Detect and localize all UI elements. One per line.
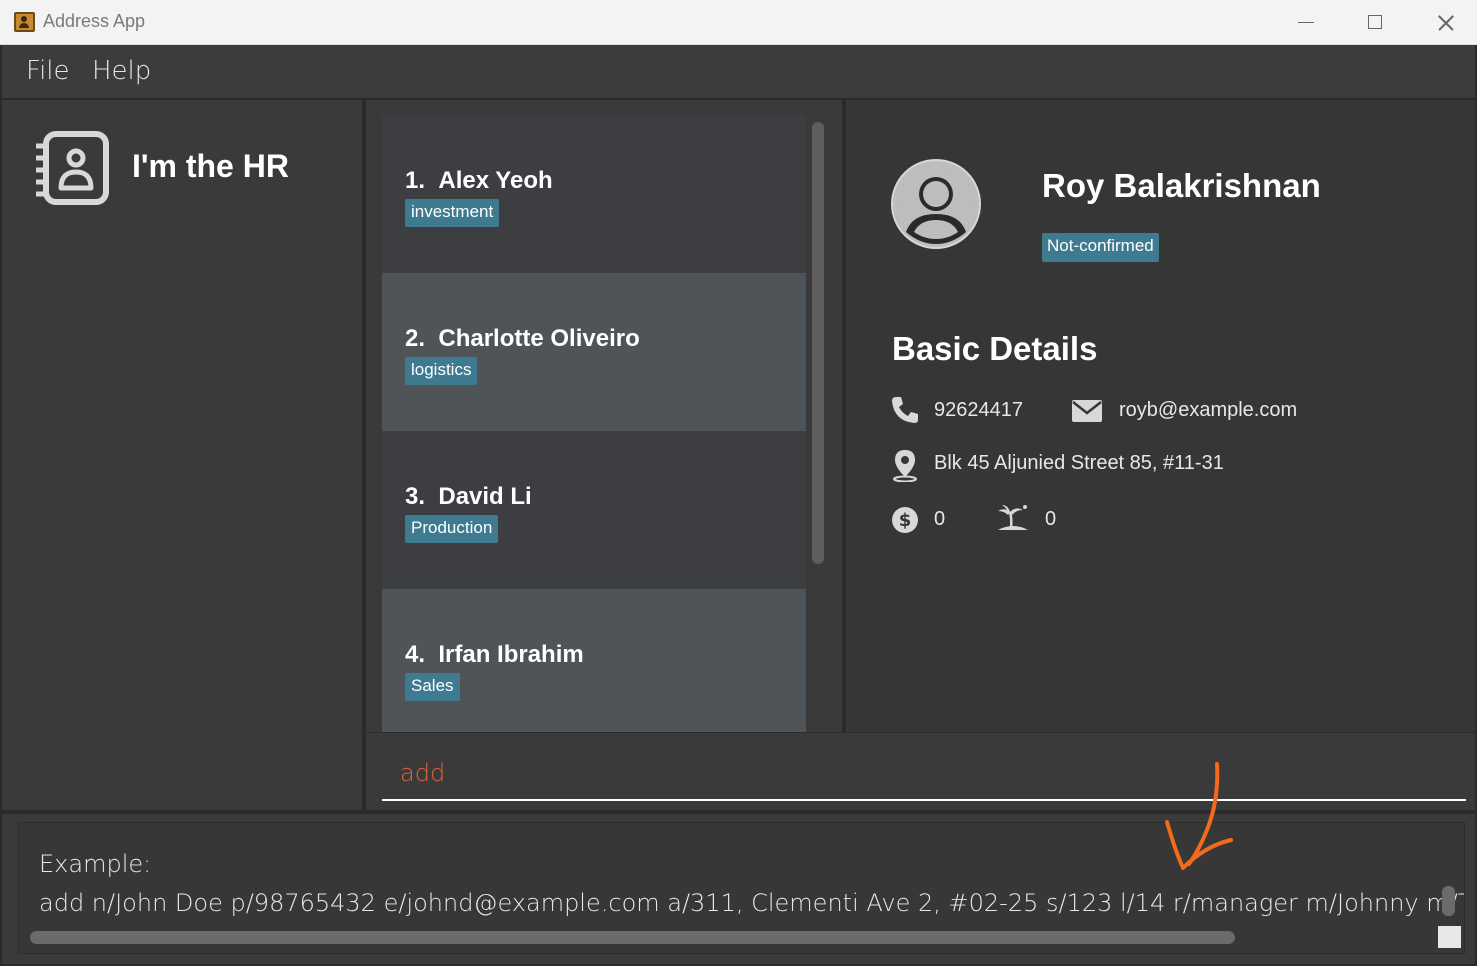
location-icon: [893, 450, 917, 482]
person-tag: logistics: [405, 357, 478, 385]
result-line-1: Example:: [39, 850, 152, 878]
person-card[interactable]: 4. Irfan Ibrahim Sales: [382, 589, 806, 732]
detail-address: Blk 45 Aljunied Street 85, #11-31: [934, 452, 1224, 474]
arrow-annotation-icon: [1165, 762, 1233, 870]
svg-text:$: $: [899, 510, 912, 531]
person-card[interactable]: 1. Alex Yeoh investment: [382, 115, 806, 273]
basic-details-heading: Basic Details: [892, 330, 1098, 367]
close-button[interactable]: [1410, 0, 1477, 45]
person-list-panel: 1. Alex Yeoh investment 2. Charlotte Oli…: [366, 100, 844, 732]
maximize-icon: [1368, 15, 1382, 29]
result-line-2: add n/John Doe p/98765432 e/johnd@exampl…: [39, 889, 1465, 917]
window-titlebar: Address App: [0, 0, 1477, 45]
person-tag: Production: [405, 515, 499, 543]
salary-icon: $: [892, 507, 918, 533]
scroll-corner: [1438, 926, 1461, 948]
minimize-button[interactable]: [1270, 0, 1340, 45]
list-scrollbar[interactable]: [812, 122, 824, 564]
minimize-icon: [1298, 22, 1314, 23]
window-title: Address App: [43, 11, 146, 31]
person-tag: investment: [405, 199, 500, 227]
detail-leave: 0: [1045, 508, 1057, 530]
sidebar-title: I'm the HR: [132, 148, 289, 184]
command-box: [366, 733, 1475, 810]
detail-email: royb@example.com: [1119, 399, 1298, 421]
person-name: 2. Charlotte Oliveiro: [405, 325, 640, 352]
person-card[interactable]: 2. Charlotte Oliveiro logistics: [382, 273, 806, 431]
result-vertical-scrollbar[interactable]: [1442, 886, 1455, 916]
menu-file[interactable]: File: [26, 56, 70, 86]
person-card[interactable]: 3. David Li Production: [382, 431, 806, 589]
person-name: 3. David Li: [405, 483, 532, 510]
menu-bar: File Help: [2, 45, 1475, 99]
app-icon: [14, 12, 35, 32]
menu-help[interactable]: Help: [92, 56, 151, 86]
email-icon: [1072, 400, 1102, 422]
person-name: 4. Irfan Ibrahim: [405, 641, 584, 668]
phone-icon: [892, 397, 918, 423]
maximize-button[interactable]: [1340, 0, 1410, 45]
detail-salary: 0: [934, 508, 946, 530]
avatar: [891, 159, 981, 249]
command-input[interactable]: [382, 747, 1466, 801]
person-tag: Sales: [405, 673, 460, 701]
person-name: 1. Alex Yeoh: [405, 167, 553, 194]
leave-island-icon: [998, 505, 1028, 530]
detail-name: Roy Balakrishnan: [1042, 167, 1321, 204]
result-horizontal-scrollbar[interactable]: [30, 931, 1235, 944]
sidebar: I'm the HR: [2, 100, 364, 810]
address-book-icon: [36, 131, 109, 205]
status-badge: Not-confirmed: [1042, 233, 1159, 262]
person-detail-panel: Roy Balakrishnan Not-confirmed Basic Det…: [846, 100, 1475, 732]
detail-phone: 92624417: [934, 399, 1023, 421]
